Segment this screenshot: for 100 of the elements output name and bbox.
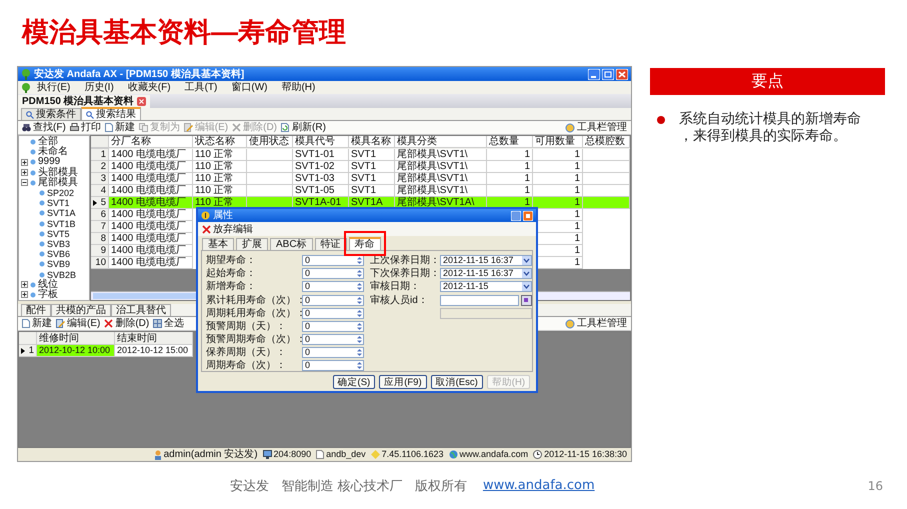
column-header[interactable]: 维修时间 bbox=[37, 332, 115, 345]
toolbar-button[interactable]: 查找(F) bbox=[22, 122, 66, 133]
tree-item[interactable]: 9999 bbox=[19, 157, 89, 168]
expander-icon[interactable] bbox=[21, 281, 28, 288]
restore-icon[interactable] bbox=[602, 68, 614, 80]
spinner-icon[interactable] bbox=[356, 334, 363, 344]
dialog-button[interactable]: 取消(Esc) bbox=[430, 375, 483, 390]
spinner-icon[interactable] bbox=[356, 282, 363, 292]
maximize-icon[interactable] bbox=[511, 210, 521, 220]
close-icon[interactable] bbox=[523, 210, 533, 220]
tree-item[interactable]: SVT1A bbox=[19, 208, 89, 218]
toolbar-button[interactable]: 打印 bbox=[70, 122, 101, 133]
dropdown-icon[interactable] bbox=[522, 282, 531, 292]
tab[interactable]: ABC标 bbox=[270, 238, 313, 250]
dialog-button[interactable]: 确定(S) bbox=[332, 375, 376, 390]
close-icon[interactable] bbox=[616, 68, 628, 80]
column-header[interactable]: 可用数量 bbox=[533, 136, 583, 148]
spinner-icon[interactable] bbox=[356, 296, 363, 305]
tree-item[interactable]: SVB6 bbox=[19, 249, 89, 260]
spin-field[interactable]: 0 bbox=[302, 255, 364, 266]
date-dropdown[interactable]: 2012-11-15 16:37 bbox=[440, 268, 532, 280]
date-dropdown[interactable]: 2012-11-15 16:37 bbox=[440, 255, 532, 266]
website-link[interactable]: www.andafa.com bbox=[482, 478, 595, 493]
tree-item[interactable]: SVT5 bbox=[19, 228, 89, 239]
column-header[interactable]: 分厂名称 bbox=[109, 136, 193, 148]
tree-item[interactable]: 未命名 bbox=[19, 147, 89, 158]
tab[interactable]: 配件 bbox=[21, 304, 51, 316]
tree-item[interactable]: SVT1 bbox=[19, 198, 89, 208]
spin-field[interactable]: 0 bbox=[302, 268, 364, 280]
row-number: 3 bbox=[91, 173, 109, 185]
column-header[interactable]: 使用状态 bbox=[247, 136, 293, 148]
tree-item[interactable]: 字板 bbox=[19, 290, 89, 300]
toolbar-button[interactable]: 编辑(E) bbox=[56, 318, 100, 329]
menu-item[interactable]: 执行(E) bbox=[37, 82, 70, 93]
table-cell: 1400 电缆电缆厂 bbox=[109, 245, 193, 257]
tab[interactable]: 搜索结果 bbox=[81, 107, 141, 120]
spin-field[interactable]: 0 bbox=[302, 334, 364, 345]
input-field[interactable] bbox=[440, 294, 519, 306]
node-icon bbox=[39, 220, 45, 227]
column-header[interactable]: 模具名称 bbox=[349, 136, 395, 148]
expander-icon[interactable] bbox=[21, 291, 28, 298]
column-header[interactable]: 总模腔数 bbox=[583, 136, 630, 148]
toolbar-manage-button[interactable]: 工具栏管理 bbox=[565, 122, 627, 133]
column-header[interactable]: 结束时间 bbox=[115, 332, 193, 345]
tree-item[interactable]: 头部模具 bbox=[19, 168, 89, 178]
dialog-button[interactable]: 应用(F9) bbox=[379, 375, 427, 390]
tab[interactable]: 共模的产品 bbox=[51, 304, 111, 316]
spinner-icon[interactable] bbox=[356, 348, 363, 357]
tab[interactable]: 搜索条件 bbox=[21, 108, 81, 120]
toolbar-button[interactable]: 刷新(R) bbox=[281, 122, 326, 133]
spin-field[interactable]: 0 bbox=[302, 294, 364, 306]
spin-field[interactable]: 0 bbox=[302, 308, 364, 319]
spinner-icon[interactable] bbox=[356, 269, 363, 278]
tab[interactable]: 基本 bbox=[202, 238, 234, 250]
tree-item[interactable]: SVT1B bbox=[19, 218, 89, 229]
spin-field[interactable]: 0 bbox=[302, 320, 364, 332]
spin-field[interactable]: 0 bbox=[302, 360, 364, 371]
menu-item[interactable]: 历史(I) bbox=[84, 82, 114, 93]
tree-item[interactable]: 尾部模具 bbox=[19, 178, 89, 188]
document-tab[interactable]: PDM150 模治具基本资料 bbox=[18, 95, 150, 108]
date-dropdown[interactable]: 2012-11-15 bbox=[440, 281, 532, 292]
discard-button[interactable]: 放弃编辑 bbox=[202, 224, 253, 234]
toolbar-button[interactable]: 新建 bbox=[22, 318, 52, 329]
menu-item[interactable]: 收藏夹(F) bbox=[128, 82, 171, 93]
toolbar-manage-button[interactable]: 工具栏管理 bbox=[565, 318, 627, 329]
dropdown-icon[interactable] bbox=[522, 256, 531, 266]
toolbar-button[interactable]: 全选 bbox=[153, 318, 184, 329]
column-header[interactable]: 模具代号 bbox=[293, 136, 349, 148]
menu-item[interactable]: 工具(T) bbox=[184, 82, 218, 93]
spin-field[interactable]: 0 bbox=[302, 346, 364, 358]
spinner-icon[interactable] bbox=[356, 256, 363, 266]
expander-icon[interactable] bbox=[21, 169, 28, 176]
menu-item[interactable]: 帮助(H) bbox=[281, 82, 316, 93]
minimize-icon[interactable] bbox=[588, 68, 600, 80]
column-header[interactable]: 状态名称 bbox=[193, 136, 247, 148]
tree-item[interactable]: SP202 bbox=[19, 188, 89, 198]
tree-item[interactable]: SVB2B bbox=[19, 269, 89, 280]
tab[interactable]: 寿命 bbox=[348, 237, 381, 250]
column-header[interactable]: 总数量 bbox=[487, 136, 533, 148]
expander-icon[interactable] bbox=[21, 179, 28, 186]
tab[interactable]: 治工具替代 bbox=[111, 304, 171, 316]
column-header[interactable]: 模具分类 bbox=[395, 136, 487, 148]
spinner-icon[interactable] bbox=[356, 322, 363, 331]
lookup-icon[interactable] bbox=[521, 294, 532, 306]
spinner-icon[interactable] bbox=[356, 361, 363, 370]
spin-field[interactable]: 0 bbox=[302, 281, 364, 292]
expander-icon[interactable] bbox=[21, 158, 28, 166]
tab[interactable]: 特证 bbox=[314, 238, 347, 250]
table-cell: 尾部模具\SVT1\ bbox=[395, 185, 487, 197]
toolbar-button[interactable]: 删除(D) bbox=[104, 318, 150, 329]
tree-item[interactable]: SVB9 bbox=[19, 259, 89, 270]
dropdown-icon[interactable] bbox=[522, 269, 531, 278]
menu-item[interactable]: 窗口(W) bbox=[231, 82, 268, 93]
tree-item[interactable]: 全部 bbox=[19, 137, 89, 148]
tree-item[interactable]: 线位 bbox=[19, 280, 89, 290]
spinner-icon[interactable] bbox=[356, 308, 363, 318]
toolbar-button[interactable]: 新建 bbox=[104, 122, 135, 133]
tab[interactable]: 扩展 bbox=[236, 238, 268, 250]
close-icon[interactable] bbox=[136, 97, 146, 106]
tree-item[interactable]: SVB3 bbox=[19, 238, 89, 250]
